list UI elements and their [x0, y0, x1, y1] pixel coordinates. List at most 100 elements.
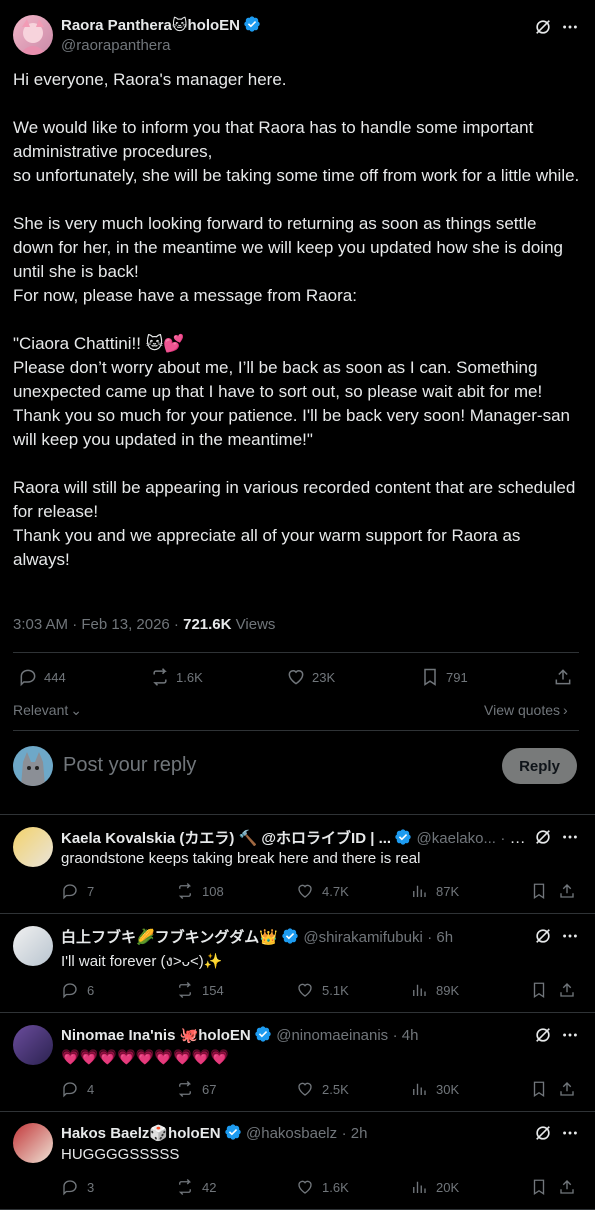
share-icon [560, 1180, 574, 1194]
reply-item[interactable]: Hakos Baelz🎲holoEN @hakosbaelz · 2h HUGG… [0, 1111, 595, 1210]
reply-avatar[interactable] [13, 1123, 53, 1163]
reply-share-button[interactable] [558, 1178, 576, 1196]
reply-views-button[interactable]: 30K [410, 1080, 459, 1098]
heart-icon [298, 983, 312, 997]
share-icon [560, 884, 574, 898]
reply-comment-button[interactable]: 4 [61, 1080, 94, 1098]
reply-views-count: 30K [436, 1081, 460, 1097]
views-icon [413, 1083, 426, 1095]
reply-action-button[interactable]: 444 [18, 667, 66, 687]
reply-time[interactable]: · 6h [427, 929, 453, 946]
reply-time[interactable]: · 4h [393, 1027, 419, 1044]
reply-bookmark-button[interactable] [530, 1178, 548, 1196]
more-options-icon[interactable] [560, 1025, 580, 1045]
reply-comment-button[interactable]: 6 [61, 981, 94, 999]
reply-share-button[interactable] [558, 1080, 576, 1098]
repost-icon [178, 982, 192, 998]
more-options-icon[interactable] [560, 1123, 580, 1143]
author-avatar[interactable] [13, 15, 53, 55]
views-label: Views [235, 616, 276, 633]
grok-icon[interactable] [533, 926, 553, 946]
grok-icon[interactable] [533, 1025, 553, 1045]
views-icon [413, 1181, 426, 1193]
reply-avatar[interactable] [13, 827, 53, 867]
reply-time[interactable]: · 2h [342, 1125, 368, 1142]
reply-bookmark-button[interactable] [530, 882, 548, 900]
reply-like-count: 4.7K [322, 883, 349, 899]
reply-icon [63, 884, 77, 900]
sort-label: Relevant [13, 702, 69, 718]
grok-icon[interactable] [533, 1123, 553, 1143]
reply-author-handle[interactable]: @shirakamifubuki [303, 929, 422, 946]
like-count: 23K [312, 669, 336, 685]
views-icon [413, 984, 426, 996]
reply-item[interactable]: Ninomae Ina'nis 🐙holoEN @ninomaeinanis ·… [0, 1013, 595, 1112]
reply-author-name[interactable]: 白上フブキ🌽フブキングダム👑 [61, 929, 278, 946]
reply-item[interactable]: Kaela Kovalskia (カエラ) 🔨 @ホロライブID | ... @… [0, 815, 595, 914]
bookmark-action-button[interactable]: 791 [420, 667, 468, 687]
reply-like-button[interactable]: 4.7K [296, 882, 349, 900]
more-options-icon[interactable] [560, 17, 580, 37]
reply-author-name[interactable]: Ninomae Ina'nis 🐙holoEN [61, 1027, 251, 1044]
reply-repost-button[interactable]: 154 [176, 981, 224, 999]
reply-avatar[interactable] [13, 1025, 53, 1065]
chevron-down-icon: ⌄ [70, 702, 82, 718]
reply-share-button[interactable] [558, 981, 576, 999]
post-meta: 3:03 AM · Feb 13, 2026 · 721.6K Views [13, 616, 275, 633]
author-handle[interactable]: @raorapanthera [61, 37, 170, 54]
more-options-icon[interactable] [560, 926, 580, 946]
verified-badge-icon [224, 1123, 242, 1141]
reply-bookmark-button[interactable] [530, 981, 548, 999]
reply-like-button[interactable]: 2.5K [296, 1080, 349, 1098]
reply-bookmark-button[interactable] [530, 1080, 548, 1098]
reply-like-count: 5.1K [322, 982, 349, 998]
reply-avatar[interactable] [13, 926, 53, 966]
reply-input[interactable]: Post your reply [63, 754, 196, 777]
like-action-button[interactable]: 23K [286, 667, 335, 687]
grok-icon[interactable] [533, 827, 553, 847]
view-quotes-link[interactable]: View quotes › [484, 702, 568, 718]
reply-comment-count: 4 [87, 1081, 95, 1097]
reply-author-handle[interactable]: @ninomaeinanis [276, 1027, 388, 1044]
share-action-button[interactable] [553, 667, 573, 687]
reply-button[interactable]: Reply [502, 748, 577, 784]
reply-repost-count: 154 [202, 982, 224, 998]
author-name[interactable]: Raora Panthera🐱holoEN [61, 17, 240, 34]
divider [13, 730, 579, 731]
reply-repost-button[interactable]: 67 [176, 1080, 216, 1098]
reply-repost-button[interactable]: 108 [176, 882, 224, 900]
reply-comment-count: 3 [87, 1179, 95, 1195]
reply-views-button[interactable]: 20K [410, 1178, 459, 1196]
reply-like-count: 1.6K [322, 1179, 349, 1195]
reply-author-name[interactable]: Kaela Kovalskia (カエラ) 🔨 @ホロライブID | ... [61, 830, 391, 847]
reply-item[interactable]: 白上フブキ🌽フブキングダム👑 @shirakamifubuki · 6h I'l… [0, 914, 595, 1013]
grok-icon[interactable] [533, 17, 553, 37]
reply-views-button[interactable]: 87K [410, 882, 459, 900]
heart-icon [298, 1082, 312, 1096]
heart-icon [288, 670, 304, 685]
repost-action-button[interactable]: 1.6K [150, 667, 203, 687]
reply-comment-count: 7 [87, 883, 95, 899]
reply-comment-button[interactable]: 7 [61, 882, 94, 900]
share-icon [555, 669, 571, 685]
reply-author-handle[interactable]: @kaelako... [417, 830, 496, 847]
reply-repost-count: 67 [202, 1081, 217, 1097]
reply-author-name[interactable]: Hakos Baelz🎲holoEN [61, 1125, 221, 1142]
reply-author-handle[interactable]: @hakosbaelz [246, 1125, 337, 1142]
more-options-icon[interactable] [560, 827, 580, 847]
post-timestamp[interactable]: 3:03 AM · Feb 13, 2026 · [13, 616, 183, 633]
reply-repost-count: 108 [202, 883, 224, 899]
reply-like-button[interactable]: 1.6K [296, 1178, 349, 1196]
reply-like-button[interactable]: 5.1K [296, 981, 349, 999]
reply-time[interactable]: · 6h [500, 830, 526, 847]
reply-share-button[interactable] [558, 882, 576, 900]
reply-views-count: 89K [436, 982, 460, 998]
user-avatar[interactable] [13, 746, 53, 786]
reply-views-button[interactable]: 89K [410, 981, 459, 999]
reply-comment-count: 6 [87, 982, 95, 998]
verified-badge-icon [281, 927, 299, 945]
views-icon [413, 885, 426, 897]
reply-repost-button[interactable]: 42 [176, 1178, 216, 1196]
reply-comment-button[interactable]: 3 [61, 1178, 94, 1196]
sort-dropdown[interactable]: Relevant ⌄ [13, 702, 82, 719]
